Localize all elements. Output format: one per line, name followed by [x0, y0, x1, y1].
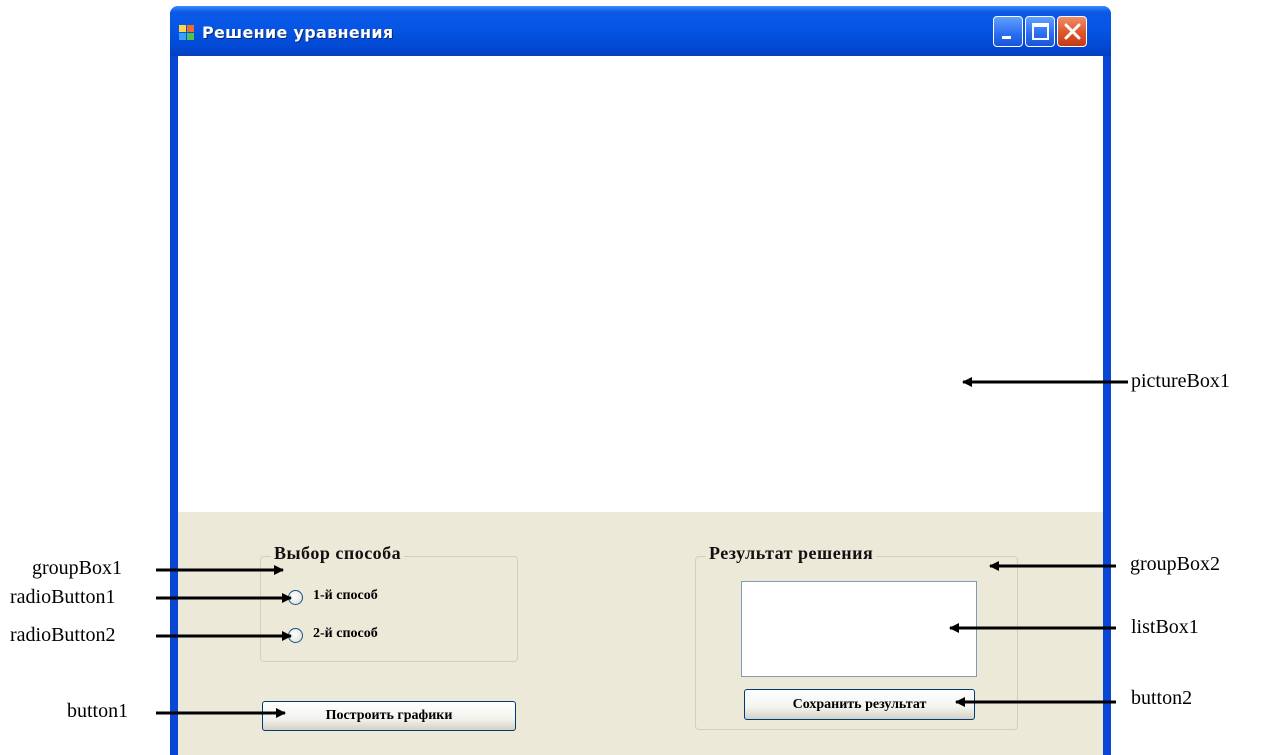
label-groupbox1: groupBox1 — [32, 557, 122, 579]
label-button2: button2 — [1131, 687, 1193, 709]
label-radiobutton1: radioButton1 — [10, 586, 116, 608]
annotation-arrows — [156, 377, 1128, 718]
label-groupbox2: groupBox2 — [1130, 553, 1220, 575]
label-listbox1: listBox1 — [1131, 616, 1199, 638]
label-button1: button1 — [67, 700, 129, 722]
label-radiobutton2: radioButton2 — [10, 624, 116, 646]
label-picturebox: pictureBox1 — [1131, 370, 1230, 392]
